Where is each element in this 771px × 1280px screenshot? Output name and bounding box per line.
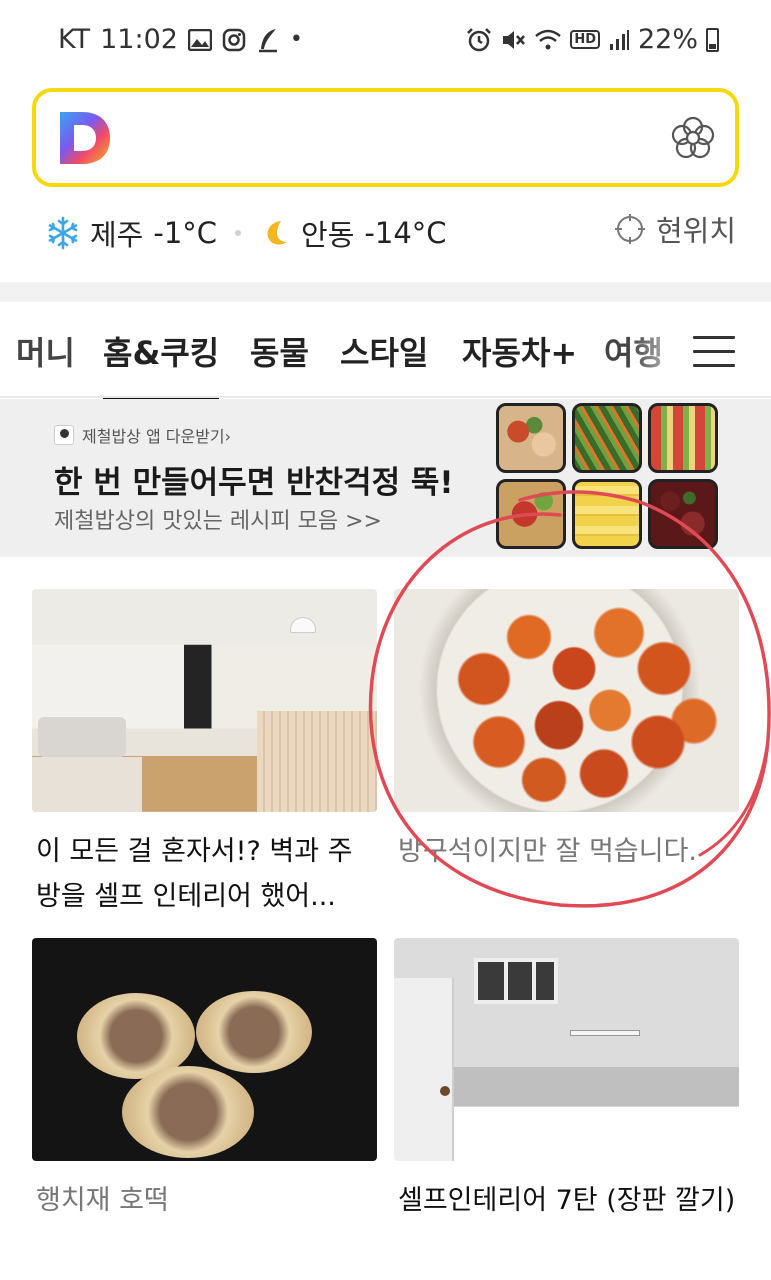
- card-thumbnail: [394, 938, 739, 1161]
- banner-dishes-image: [496, 403, 718, 551]
- current-location-label: 현위치: [655, 214, 736, 248]
- alarm-icon: [467, 27, 492, 51]
- dish-image: [496, 403, 566, 473]
- gallery-icon: [187, 28, 212, 51]
- dish-image: [572, 403, 642, 473]
- weather-city: 안동: [301, 218, 355, 252]
- carrier-label: KT: [58, 24, 91, 55]
- daum-logo[interactable]: [58, 110, 112, 166]
- door-shape: [394, 978, 454, 1161]
- snowflake-icon: [48, 216, 78, 250]
- dish-image: [572, 479, 642, 549]
- lamp-shape: [290, 617, 316, 633]
- weather-city: 제주: [90, 218, 144, 252]
- card-thumbnail: [394, 589, 739, 812]
- banner-subtitle: 제철밥상의 맛있는 레시피 모음 >>: [54, 509, 382, 534]
- banner-source[interactable]: 제철밥상 앱 다운받기›: [54, 423, 231, 447]
- feed-card[interactable]: 행치재 호떡: [32, 938, 377, 1258]
- weather-andong[interactable]: 안동 -14°C: [261, 212, 447, 254]
- battery-percent: 22%: [637, 24, 698, 55]
- current-location-button[interactable]: 현위치: [614, 208, 736, 250]
- feed-card[interactable]: 셀프인테리어 7탄 (장판 깔기): [394, 938, 739, 1268]
- rug-shape: [32, 757, 142, 812]
- card-title: 방구석이지만 잘 먹습니다.: [398, 836, 697, 867]
- card-title: 셀프인테리어 7탄 (장판 깔기): [398, 1185, 736, 1216]
- feed-card[interactable]: 방구석이지만 잘 먹습니다.: [394, 589, 739, 919]
- tab-animals[interactable]: 동물: [250, 328, 309, 374]
- weather-bar: 제주 -1°C 안동 -14°C 현위치: [46, 208, 736, 258]
- flower-icon[interactable]: [669, 114, 717, 162]
- clock: 11:02: [100, 24, 178, 55]
- card-thumbnail: [32, 589, 377, 812]
- feed-card[interactable]: 이 모든 걸 혼자서!? 벽과 주방을 셀프 인테리어 했어...: [32, 589, 377, 919]
- hamburger-menu-icon[interactable]: [693, 336, 735, 370]
- status-left: KT 11:02 •: [58, 24, 303, 55]
- signal-icon: [609, 29, 629, 50]
- battery-icon: [706, 27, 719, 52]
- tab-style[interactable]: 스타일: [340, 328, 428, 374]
- tab-fade-overlay: [631, 318, 691, 396]
- dish-image: [648, 479, 718, 549]
- status-right: HD 22%: [466, 24, 719, 55]
- counter-shape: [257, 711, 377, 812]
- app-avatar-icon: [54, 425, 74, 445]
- status-dot: •: [289, 27, 303, 52]
- category-tabs: 머니 홈&쿠킹 동물 스타일 자동차+ 여행: [0, 318, 771, 402]
- card-thumbnail: [32, 938, 377, 1161]
- instagram-icon: [222, 28, 246, 51]
- food-pieces: [424, 595, 724, 805]
- card-title: 행치재 호떡: [36, 1185, 169, 1216]
- banner-title: 한 번 만들어두면 반찬걱정 뚝!: [54, 465, 454, 501]
- wifi-icon: [535, 29, 562, 49]
- sofa-shape: [38, 717, 126, 757]
- card-title: 이 모든 걸 혼자서!? 벽과 주방을 셀프 인테리어 했어...: [36, 836, 353, 912]
- banner-source-label: 제철밥상 앱 다운받기›: [82, 427, 232, 446]
- separator-dot: [235, 230, 242, 236]
- tab-money[interactable]: 머니: [16, 328, 75, 374]
- weather-temp: -14°C: [364, 216, 447, 250]
- hotteok-shape: [196, 991, 312, 1073]
- moon-icon: [267, 221, 288, 245]
- dish-image: [496, 479, 566, 549]
- door-handle: [440, 1086, 450, 1096]
- dish-image: [648, 403, 718, 473]
- search-bar[interactable]: [32, 88, 739, 187]
- tab-car[interactable]: 자동차+: [462, 328, 577, 374]
- window-shape: [474, 958, 558, 1004]
- crosshair-icon: [614, 214, 645, 244]
- weather-jeju[interactable]: 제주 -1°C: [46, 212, 217, 254]
- promo-banner[interactable]: 제철밥상 앱 다운받기› 한 번 만들어두면 반찬걱정 뚝! 제철밥상의 맛있는…: [0, 399, 771, 557]
- hotteok-shape: [122, 1066, 254, 1158]
- weather-temp: -1°C: [153, 216, 218, 250]
- tab-home-cooking[interactable]: 홈&쿠킹: [103, 328, 220, 402]
- heater-shape: [570, 1030, 640, 1036]
- status-bar: KT 11:02 • HD 22%: [0, 0, 771, 82]
- feather-icon: [258, 28, 277, 52]
- mute-icon: [503, 30, 526, 49]
- section-divider: [0, 282, 771, 302]
- hd-icon: HD: [570, 30, 600, 49]
